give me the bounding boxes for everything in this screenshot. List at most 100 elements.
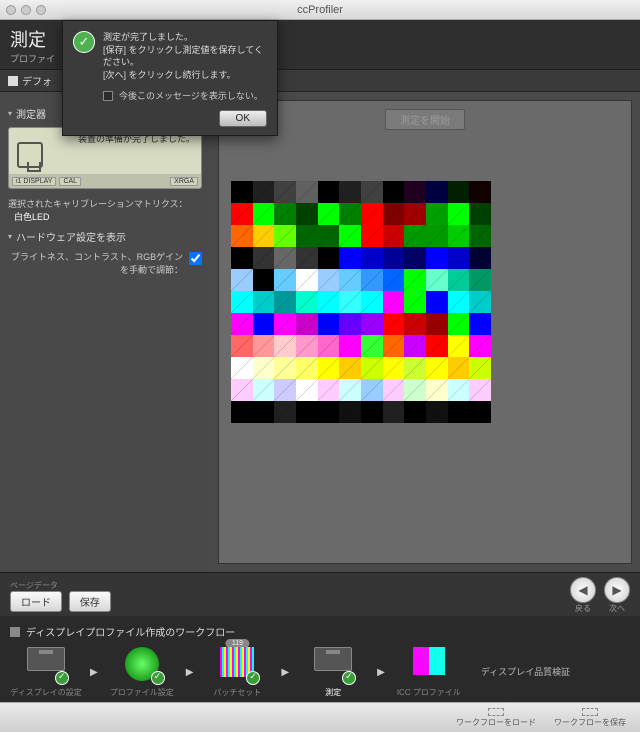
color-patch <box>383 379 405 401</box>
color-patch <box>318 357 340 379</box>
color-patch <box>339 181 361 203</box>
color-patch <box>383 225 405 247</box>
color-patch <box>469 313 491 335</box>
color-patch <box>448 313 470 335</box>
color-patch <box>448 203 470 225</box>
wf-side-quality-check[interactable]: ディスプレイ品質検証 <box>481 667 570 679</box>
color-patch <box>296 225 318 247</box>
color-patch <box>296 291 318 313</box>
color-patch <box>253 335 275 357</box>
traffic-light-zoom[interactable] <box>36 5 46 15</box>
color-patch <box>274 335 296 357</box>
traffic-light-close[interactable] <box>6 5 16 15</box>
color-patch <box>383 269 405 291</box>
back-button[interactable]: ◀ <box>570 577 596 603</box>
color-patch <box>404 269 426 291</box>
color-patch <box>404 335 426 357</box>
save-workflow-button[interactable]: ワークフローを保存 <box>554 708 626 728</box>
color-patch <box>318 401 340 423</box>
save-workflow-icon <box>582 708 598 716</box>
color-patch <box>383 357 405 379</box>
color-patch <box>253 313 275 335</box>
color-patch <box>339 401 361 423</box>
load-button[interactable]: ロード <box>10 591 62 612</box>
color-patch <box>404 203 426 225</box>
color-patch-grid <box>231 181 491 423</box>
color-patch <box>274 291 296 313</box>
tab-default[interactable]: デフォ <box>8 73 52 88</box>
color-patch <box>448 357 470 379</box>
manual-adjust-checkbox[interactable] <box>189 252 202 265</box>
color-patch <box>274 247 296 269</box>
device-icon <box>17 142 43 168</box>
color-patch <box>231 225 253 247</box>
color-patch <box>383 203 405 225</box>
color-patch <box>318 203 340 225</box>
wf-step-profile-settings[interactable]: プロファイル設定 <box>106 647 178 698</box>
color-patch <box>339 379 361 401</box>
color-patch <box>231 401 253 423</box>
badge-i1display: i1 DISPLAY <box>12 177 56 186</box>
color-patch <box>274 379 296 401</box>
color-patch <box>448 225 470 247</box>
color-patch <box>318 247 340 269</box>
color-patch <box>318 181 340 203</box>
wf-step-patch-set[interactable]: 119 パッチセット <box>201 647 273 698</box>
color-patch <box>318 335 340 357</box>
color-patch <box>253 247 275 269</box>
page-data-legend: ページデータ <box>10 580 115 591</box>
dialog-ok-button[interactable]: OK <box>219 110 267 127</box>
color-patch <box>426 357 448 379</box>
color-patch <box>274 203 296 225</box>
color-patch <box>231 379 253 401</box>
check-icon <box>55 671 69 685</box>
color-patch <box>469 401 491 423</box>
color-patch <box>361 313 383 335</box>
color-patch <box>404 379 426 401</box>
color-patch <box>361 203 383 225</box>
color-patch <box>318 291 340 313</box>
wf-step-icc-profile[interactable]: ICC プロファイル <box>393 647 465 698</box>
color-patch <box>231 247 253 269</box>
color-patch <box>274 181 296 203</box>
color-patch <box>426 181 448 203</box>
color-patch <box>339 225 361 247</box>
color-patch <box>361 401 383 423</box>
color-patch <box>383 401 405 423</box>
color-patch <box>361 357 383 379</box>
color-patch <box>231 313 253 335</box>
color-patch <box>318 313 340 335</box>
color-patch <box>469 357 491 379</box>
sidebar: 測定器 装置の準備が完了しました。 i1 DISPLAY CAL XRGA 選択… <box>0 92 210 572</box>
color-patch <box>383 335 405 357</box>
color-patch <box>296 181 318 203</box>
badge-xrga: XRGA <box>170 177 198 186</box>
dont-show-again-checkbox[interactable]: 今後このメッセージを表示しない。 <box>103 89 267 102</box>
save-button[interactable]: 保存 <box>69 591 111 612</box>
load-workflow-button[interactable]: ワークフローをロード <box>456 708 536 728</box>
chevron-right-icon: ▶ <box>90 667 98 678</box>
next-button[interactable]: ▶ <box>604 577 630 603</box>
color-patch <box>469 181 491 203</box>
color-patch <box>318 269 340 291</box>
color-patch <box>404 225 426 247</box>
start-measurement-button[interactable]: 測定を開始 <box>385 109 465 130</box>
calibration-matrix-value: 白色LED <box>14 212 50 222</box>
color-patch <box>426 225 448 247</box>
color-patch <box>253 269 275 291</box>
color-patch <box>274 313 296 335</box>
section-hardware-settings[interactable]: ハードウェア設定を表示 <box>8 229 202 244</box>
color-patch <box>296 335 318 357</box>
color-patch <box>274 225 296 247</box>
color-patch <box>339 357 361 379</box>
traffic-light-min[interactable] <box>21 5 31 15</box>
color-patch <box>253 291 275 313</box>
color-patch <box>253 181 275 203</box>
color-patch <box>426 335 448 357</box>
wf-step-measure[interactable]: 測定 <box>297 647 369 698</box>
color-patch <box>296 247 318 269</box>
color-patch <box>339 291 361 313</box>
dialog-message: 測定が完了しました。 [保存] をクリックし測定値を保存してください。 [次へ]… <box>103 31 267 81</box>
color-patch <box>469 247 491 269</box>
wf-step-display-settings[interactable]: ディスプレイの設定 <box>10 647 82 698</box>
